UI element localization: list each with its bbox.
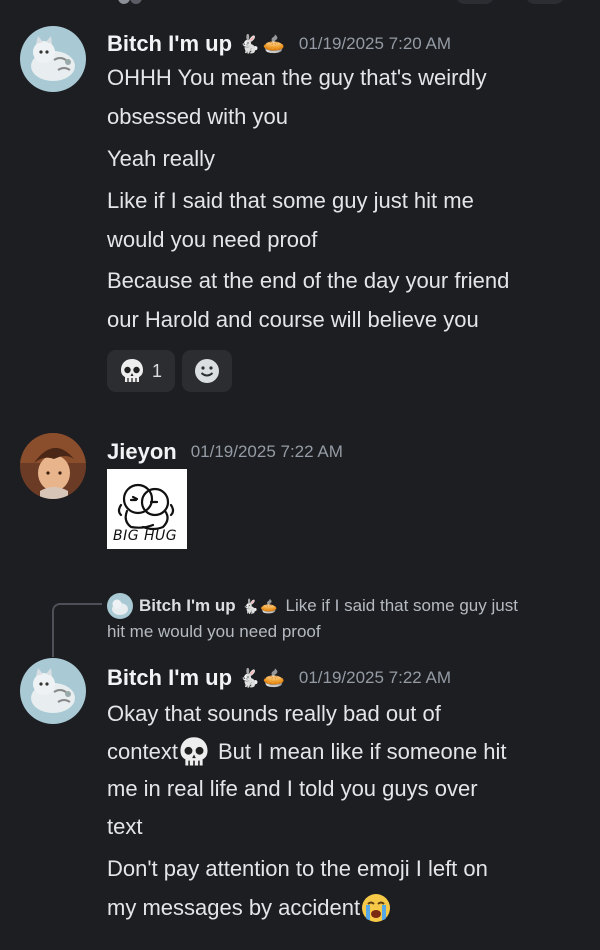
message-text: Yeah really bbox=[107, 146, 216, 171]
pie-icon: 🥧 bbox=[262, 33, 285, 54]
avatar[interactable] bbox=[20, 26, 86, 92]
add-reaction-button[interactable] bbox=[182, 350, 232, 392]
header-button[interactable] bbox=[455, 0, 495, 4]
avatar[interactable] bbox=[20, 658, 86, 724]
message-text-row: my messages by accident bbox=[107, 892, 392, 924]
username[interactable]: Jieyon bbox=[107, 439, 177, 465]
message-text: Because at the end of the day your frien… bbox=[107, 268, 510, 293]
message-text: my messages by accident bbox=[107, 895, 361, 920]
reply-avatar bbox=[107, 593, 133, 619]
skull-icon bbox=[120, 359, 143, 382]
top-bar bbox=[0, 0, 600, 14]
message-text: Like if I said that some guy just hit me bbox=[107, 188, 474, 213]
reply-preview[interactable]: Bitch I'm up 🐇 🥧 Like if I said that som… bbox=[107, 593, 518, 619]
message-text: text bbox=[107, 814, 143, 839]
pie-icon: 🥧 bbox=[262, 667, 285, 688]
message-text: obsessed with you bbox=[107, 104, 288, 129]
message-text: our Harold and course will believe you bbox=[107, 307, 479, 332]
message-text: Don't pay attention to the emoji I left … bbox=[107, 856, 488, 881]
message-header: Bitch I'm up 🐇 🥧 01/19/2025 7:22 AM bbox=[107, 665, 451, 691]
message-text-row: context But I mean like if someone hit bbox=[107, 736, 507, 768]
username[interactable]: Bitch I'm up bbox=[107, 665, 232, 691]
sticker-caption: BIG HUG bbox=[113, 528, 178, 544]
status-dot bbox=[118, 0, 130, 4]
loudly-crying-face-icon bbox=[362, 894, 391, 922]
avatar[interactable] bbox=[20, 433, 86, 499]
reply-text: Like if I said that some guy just bbox=[285, 596, 518, 615]
header-button[interactable] bbox=[525, 0, 565, 4]
reaction-count: 1 bbox=[151, 360, 162, 381]
add-reaction-icon bbox=[195, 359, 219, 383]
rabbit-icon: 🐇 bbox=[241, 597, 260, 614]
reaction-skull[interactable]: 1 bbox=[107, 350, 175, 392]
message-text: Okay that sounds really bad out of bbox=[107, 701, 441, 726]
reply-text: hit me would you need proof bbox=[107, 622, 321, 641]
status-dot bbox=[130, 0, 142, 4]
reply-author: Bitch I'm up bbox=[139, 596, 236, 615]
big-hug-sticker[interactable]: BIG HUG bbox=[107, 469, 187, 549]
message-text: But I mean like if someone hit bbox=[217, 739, 507, 764]
timestamp: 01/19/2025 7:22 AM bbox=[190, 442, 343, 461]
username[interactable]: Bitch I'm up bbox=[107, 31, 232, 57]
rabbit-icon: 🐇 bbox=[238, 33, 261, 54]
message-header: Bitch I'm up 🐇 🥧 01/19/2025 7:20 AM bbox=[107, 31, 451, 57]
message-text: context bbox=[107, 739, 178, 764]
timestamp: 01/19/2025 7:22 AM bbox=[298, 668, 452, 687]
rabbit-icon: 🐇 bbox=[238, 667, 261, 688]
pie-icon: 🥧 bbox=[260, 597, 278, 614]
message-text: me in real life and I told you guys over bbox=[107, 776, 478, 801]
message-header: Jieyon 01/19/2025 7:22 AM bbox=[107, 439, 343, 465]
timestamp: 01/19/2025 7:20 AM bbox=[298, 34, 452, 53]
skull-icon bbox=[180, 737, 208, 766]
message-text: would you need proof bbox=[107, 227, 318, 252]
message-text: OHHH You mean the guy that's weirdly bbox=[107, 65, 487, 90]
reply-connector bbox=[52, 603, 102, 657]
